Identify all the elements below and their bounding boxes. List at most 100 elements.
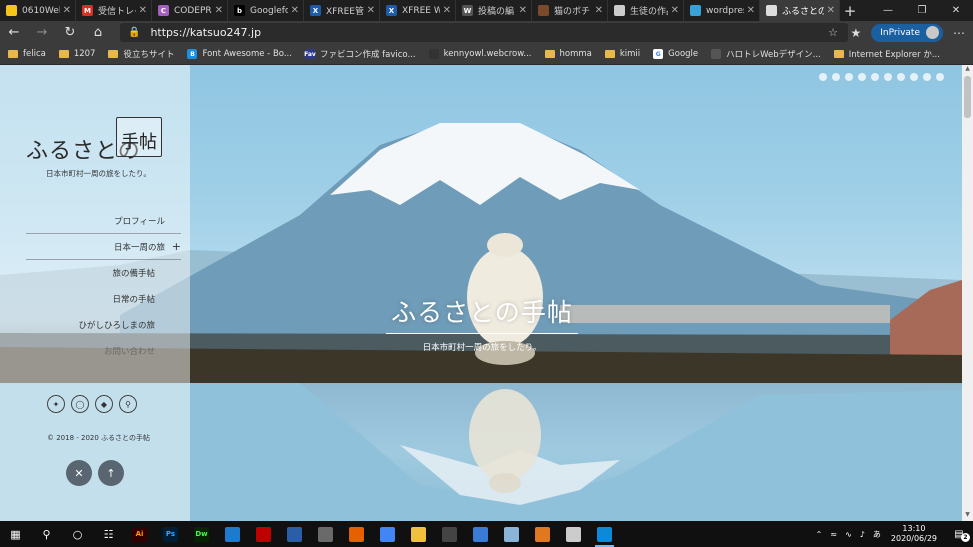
taskbar-app-firefox[interactable] bbox=[341, 521, 372, 547]
bookmark-item[interactable]: B Font Awesome - Bo... bbox=[187, 49, 292, 59]
tab-close-icon[interactable]: ✕ bbox=[671, 5, 679, 16]
tab-close-icon[interactable]: ✕ bbox=[443, 5, 451, 16]
tab-close-icon[interactable]: ✕ bbox=[595, 5, 603, 16]
tab-close-icon[interactable]: ✕ bbox=[367, 5, 375, 16]
network-icon[interactable]: ≈ bbox=[830, 530, 837, 539]
slider-dot[interactable] bbox=[858, 73, 866, 81]
bookmark-item[interactable]: kimii bbox=[604, 49, 640, 59]
notification-center-icon[interactable]: ▤ 2 bbox=[945, 529, 973, 542]
taskbar-app-illustrator[interactable]: Ai bbox=[124, 521, 155, 547]
browser-tab[interactable]: 0610Web✕ bbox=[0, 0, 76, 21]
taskbar-app-calculator[interactable] bbox=[434, 521, 465, 547]
browser-tab[interactable]: W 投稿の編 ✕ bbox=[456, 0, 532, 21]
back-arrow-icon[interactable]: ← bbox=[0, 25, 28, 40]
bookmark-item[interactable]: 役立ちサイト bbox=[108, 48, 174, 60]
browser-tab[interactable]: M 受信トレイ✕ bbox=[76, 0, 152, 21]
taskbar-app-app-gear[interactable] bbox=[310, 521, 341, 547]
feedly-icon[interactable]: ◆ bbox=[95, 395, 113, 413]
close-window-icon[interactable]: ✕ bbox=[939, 0, 973, 21]
scroll-up-icon[interactable]: ▲ bbox=[962, 65, 973, 75]
tab-close-icon[interactable]: ✕ bbox=[747, 5, 755, 16]
bookmark-item[interactable]: G Google bbox=[653, 49, 698, 59]
taskbar-app-filezilla[interactable] bbox=[248, 521, 279, 547]
search-taskbar-icon[interactable]: ⚲ bbox=[31, 521, 62, 547]
tab-close-icon[interactable]: ✕ bbox=[215, 5, 223, 16]
scroll-down-icon[interactable]: ▼ bbox=[962, 511, 973, 521]
browser-tab[interactable]: 生徒の作品✕ bbox=[608, 0, 684, 21]
browser-tab[interactable]: 猫のボチ ✕ bbox=[532, 0, 608, 21]
slider-dot[interactable] bbox=[884, 73, 892, 81]
slider-dot[interactable] bbox=[897, 73, 905, 81]
slider-dot[interactable] bbox=[936, 73, 944, 81]
favorite-star-icon[interactable]: ☆ bbox=[828, 26, 838, 39]
menu-item[interactable]: 日常の手帖 bbox=[26, 286, 181, 312]
slider-dot[interactable] bbox=[832, 73, 840, 81]
browser-tab[interactable]: ふるさとの手✕ bbox=[760, 0, 840, 21]
home-icon[interactable]: ⌂ bbox=[84, 25, 112, 40]
site-logo-book[interactable]: 手帖 bbox=[116, 117, 162, 157]
browser-tab[interactable]: X XFREE管 ✕ bbox=[304, 0, 380, 21]
windows-start-icon[interactable]: ▦ bbox=[0, 521, 31, 547]
taskbar-app-app-note[interactable] bbox=[496, 521, 527, 547]
tab-close-icon[interactable]: ✕ bbox=[139, 5, 147, 16]
menu-item[interactable]: ひがしひろしまの旅 bbox=[26, 312, 181, 338]
slider-dot[interactable] bbox=[910, 73, 918, 81]
instagram-icon[interactable]: ◯ bbox=[71, 395, 89, 413]
bookmark-item[interactable]: ハロトレWebデザイン... bbox=[711, 48, 821, 60]
taskbar-app-edge[interactable] bbox=[589, 521, 620, 547]
taskbar-app-app-draw[interactable] bbox=[558, 521, 589, 547]
tab-close-icon[interactable]: ✕ bbox=[827, 5, 835, 16]
menu-item[interactable]: お問い合わせ bbox=[26, 338, 181, 364]
new-tab-button[interactable]: + bbox=[840, 0, 860, 21]
chevron-up-icon[interactable]: ⌃ bbox=[816, 530, 823, 539]
browser-tab[interactable]: wordpres ✕ bbox=[684, 0, 760, 21]
clock[interactable]: 13:10 2020/06/29 bbox=[891, 524, 937, 544]
more-menu-icon[interactable]: ⋯ bbox=[953, 26, 965, 40]
task-view-icon[interactable]: ☷ bbox=[93, 521, 124, 547]
menu-item[interactable]: 旅の備手帖 bbox=[26, 260, 181, 286]
bookmark-item[interactable]: kennyowl.webcrow... bbox=[428, 49, 532, 59]
maximize-icon[interactable]: ❐ bbox=[905, 0, 939, 21]
bookmark-item[interactable]: homma bbox=[544, 49, 592, 59]
volume-icon[interactable]: ♪ bbox=[860, 530, 865, 539]
taskbar-app-chrome[interactable] bbox=[372, 521, 403, 547]
browser-tab[interactable]: b Googlefo ✕ bbox=[228, 0, 304, 21]
bookmark-item[interactable]: 1207 bbox=[58, 49, 95, 59]
cortana-icon[interactable]: ○ bbox=[62, 521, 93, 547]
slider-dot[interactable] bbox=[819, 73, 827, 81]
ime-indicator[interactable]: あ bbox=[873, 529, 881, 540]
wifi-icon[interactable]: ∿ bbox=[845, 530, 852, 539]
scroll-top-button[interactable]: ↑ bbox=[98, 460, 124, 486]
expand-plus-icon[interactable]: + bbox=[172, 240, 181, 253]
slider-dot[interactable] bbox=[845, 73, 853, 81]
taskbar-app-photoshop[interactable]: Ps bbox=[155, 521, 186, 547]
menu-item[interactable]: 日本一周の旅 + bbox=[26, 234, 181, 260]
taskbar-app-app-frame[interactable] bbox=[465, 521, 496, 547]
tab-close-icon[interactable]: ✕ bbox=[63, 5, 71, 16]
minimize-icon[interactable]: — bbox=[871, 0, 905, 21]
slider-dot[interactable] bbox=[923, 73, 931, 81]
menu-item[interactable]: プロフィール bbox=[26, 208, 181, 234]
scrollbar-thumb[interactable] bbox=[964, 76, 971, 118]
browser-tab[interactable]: C CODEPR ✕ bbox=[152, 0, 228, 21]
taskbar-app-app-orange[interactable] bbox=[527, 521, 558, 547]
taskbar-app-explorer[interactable] bbox=[403, 521, 434, 547]
slider-dot[interactable] bbox=[871, 73, 879, 81]
refresh-icon[interactable]: ↻ bbox=[56, 25, 84, 40]
taskbar-app-vscode[interactable] bbox=[217, 521, 248, 547]
taskbar-app-app-blue[interactable] bbox=[279, 521, 310, 547]
inprivate-button[interactable]: InPrivate bbox=[871, 23, 943, 42]
search-icon[interactable]: ⚲ bbox=[119, 395, 137, 413]
taskbar-app-dreamweaver[interactable]: Dw bbox=[186, 521, 217, 547]
address-bar[interactable]: 🔒 https://katsuo247.jp ☆ bbox=[120, 23, 848, 42]
close-menu-button[interactable]: ✕ bbox=[66, 460, 92, 486]
page-scrollbar[interactable]: ▲ ▼ bbox=[962, 65, 973, 521]
forward-arrow-icon[interactable]: → bbox=[28, 25, 56, 40]
tab-close-icon[interactable]: ✕ bbox=[291, 5, 299, 16]
tab-close-icon[interactable]: ✕ bbox=[519, 5, 527, 16]
bookmark-item[interactable]: felica bbox=[8, 49, 46, 59]
browser-tab[interactable]: X XFREE Wo✕ bbox=[380, 0, 456, 21]
twitter-icon[interactable]: ✦ bbox=[47, 395, 65, 413]
favorites-icon[interactable]: ★ bbox=[850, 26, 861, 40]
bookmark-item[interactable]: Internet Explorer か... bbox=[833, 48, 940, 60]
